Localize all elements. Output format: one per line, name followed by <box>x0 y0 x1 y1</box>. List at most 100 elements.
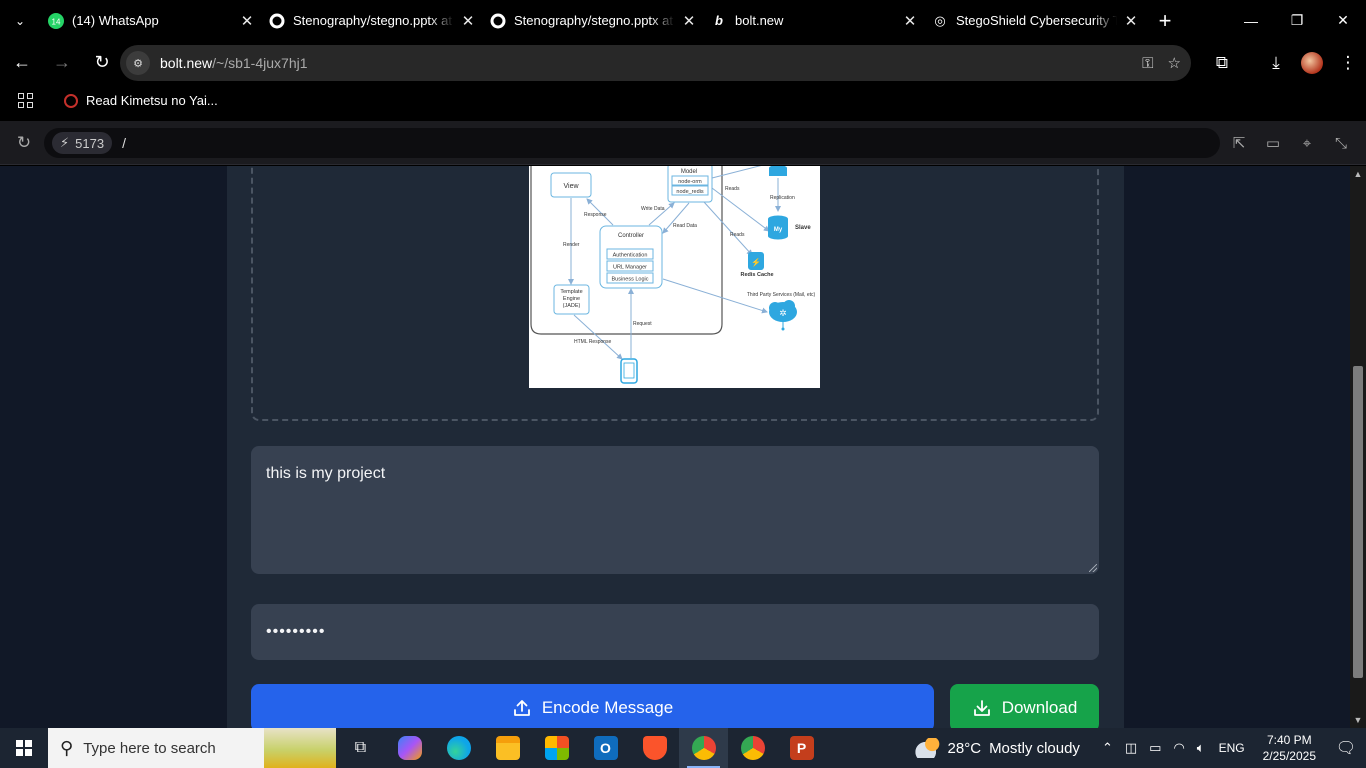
chrome-app-active[interactable] <box>679 728 728 768</box>
windows-taskbar: ⚲ Type here to search ⧉ O P 28°C Mostly … <box>0 728 1366 768</box>
show-hidden-icons-chevron-icon[interactable]: ⌃ <box>1102 740 1113 756</box>
svg-text:⚡: ⚡ <box>751 257 761 267</box>
bookmark-item[interactable]: Read Kimetsu no Yai... <box>64 93 218 108</box>
plug-icon: ⚡ <box>60 135 70 150</box>
download-button[interactable]: Download <box>950 684 1099 728</box>
clock-date: 2/25/2025 <box>1262 749 1316 763</box>
password-value: ••••••••• <box>266 623 326 640</box>
render-label: Render <box>563 242 580 248</box>
download-icon[interactable]: ⤓ <box>1258 45 1294 81</box>
tab-whatsapp[interactable]: 14 (14) WhatsApp ✕ <box>40 0 261 41</box>
model-label: Model <box>681 169 697 175</box>
resize-grip-icon[interactable] <box>1089 564 1097 572</box>
meet-now-icon[interactable]: ◫ <box>1125 740 1137 756</box>
page-scrollbar[interactable]: ▲ ▼ <box>1350 166 1366 728</box>
menu-kebab-icon[interactable]: ⋮ <box>1330 45 1366 81</box>
download-label: Download <box>1001 698 1078 717</box>
powerpoint-app[interactable]: P <box>777 728 826 768</box>
close-tab-icon[interactable]: ✕ <box>896 12 924 30</box>
uploaded-image-preview: View Model node-orm node_redis Controlle… <box>529 166 820 388</box>
brave-lion-icon <box>642 736 667 760</box>
scroll-down-icon[interactable]: ▼ <box>1350 715 1366 725</box>
battery-icon[interactable]: ▭ <box>1149 740 1161 756</box>
task-view-button[interactable]: ⧉ <box>336 728 385 768</box>
scrollbar-thumb[interactable] <box>1353 366 1363 678</box>
taskbar-search[interactable]: ⚲ Type here to search <box>48 728 336 768</box>
site-info-icon[interactable]: ⚙ <box>126 51 150 75</box>
close-tab-icon[interactable]: ✕ <box>233 12 261 30</box>
search-placeholder: Type here to search <box>83 739 216 757</box>
copilot-app[interactable] <box>385 728 434 768</box>
bookmark-label: Read Kimetsu no Yai... <box>86 93 218 108</box>
tab-github-1[interactable]: Stenography/stegno.pptx at ✕ <box>261 0 482 41</box>
reload-icon[interactable]: ↻ <box>84 45 120 81</box>
brave-app[interactable] <box>630 728 679 768</box>
scroll-up-icon[interactable]: ▲ <box>1350 169 1366 179</box>
apps-grid-icon[interactable] <box>18 92 34 109</box>
clock[interactable]: 7:40 PM 2/25/2025 <box>1263 732 1316 764</box>
close-tab-icon[interactable]: ✕ <box>675 12 703 30</box>
close-tab-icon[interactable]: ✕ <box>454 12 482 30</box>
open-external-icon[interactable]: ⇱ <box>1222 134 1256 152</box>
forward-arrow-icon[interactable]: → <box>44 45 80 81</box>
file-explorer-app[interactable] <box>483 728 532 768</box>
wifi-icon[interactable]: ◠ <box>1173 740 1184 756</box>
close-tab-icon[interactable]: ✕ <box>1117 12 1145 30</box>
store-icon <box>544 736 569 760</box>
inspect-cursor-icon[interactable]: ⌖ <box>1290 135 1324 152</box>
tab-bolt[interactable]: b bolt.new ✕ <box>703 0 924 41</box>
url-text: bolt.new/~/sb1-4jux7hj1 <box>160 55 308 71</box>
password-field[interactable]: ••••••••• <box>251 604 1099 660</box>
clock-time: 7:40 PM <box>1266 733 1312 747</box>
download-icon <box>973 700 990 716</box>
start-button[interactable] <box>0 728 48 768</box>
authentication-label: Authentication <box>613 253 648 259</box>
preview-toolbar: ↻ ⚡ 5173 / ⇱ ▭ ⌖ ⤡ <box>0 121 1366 165</box>
microsoft-store-app[interactable] <box>532 728 581 768</box>
bookmark-star-icon[interactable]: ☆ <box>1168 54 1181 72</box>
tab-search-chevron-icon[interactable]: ⌄ <box>0 0 40 41</box>
weather-widget[interactable]: 28°C Mostly cloudy <box>913 738 1080 758</box>
preview-reload-icon[interactable]: ↻ <box>6 133 42 153</box>
tab-title: bolt.new <box>735 13 784 28</box>
fullscreen-collapse-icon[interactable]: ⤡ <box>1324 135 1358 152</box>
bookmark-favicon-icon <box>64 93 78 108</box>
github-icon <box>269 13 285 29</box>
input-language[interactable]: ENG <box>1219 741 1245 755</box>
extensions-icon[interactable]: ⧉ <box>1204 45 1240 81</box>
back-arrow-icon[interactable]: ← <box>4 45 40 81</box>
secret-message-textarea[interactable]: this is my project <box>251 446 1099 574</box>
outlook-icon: O <box>593 736 618 760</box>
node-orm-label: node-orm <box>678 179 702 185</box>
whatsapp-icon: 14 <box>48 12 64 29</box>
port-selector[interactable]: ⚡ 5173 <box>52 132 113 154</box>
close-window-icon[interactable]: ✕ <box>1320 0 1366 41</box>
chrome-profile-app[interactable] <box>728 728 777 768</box>
url-manager-label: URL Manager <box>613 265 647 271</box>
tab-stegoshield[interactable]: ◎ StegoShield Cybersecurity To ✕ <box>924 0 1145 41</box>
notification-center-icon[interactable]: 🗨︎ <box>1326 738 1366 758</box>
restore-icon[interactable]: ❐ <box>1274 0 1320 41</box>
encode-message-button[interactable]: Encode Message <box>251 684 934 728</box>
bookmarks-bar: Read Kimetsu no Yai... <box>0 84 1366 117</box>
redis-cache-label: Redis Cache <box>740 272 773 278</box>
reads-label-1: Reads <box>725 186 740 192</box>
preview-address-bar[interactable]: ⚡ 5173 / <box>44 128 1220 158</box>
profile-avatar[interactable] <box>1301 51 1323 74</box>
svg-text:✲: ✲ <box>779 308 787 318</box>
volume-icon[interactable]: 🔈︎ <box>1197 740 1205 756</box>
edge-icon <box>446 736 471 760</box>
address-bar[interactable]: ⚙ bolt.new/~/sb1-4jux7hj1 ⚿ ☆ <box>120 45 1191 81</box>
replication-label: Replication <box>770 195 795 201</box>
node-redis-label: node_redis <box>676 189 703 195</box>
minimize-icon[interactable]: — <box>1228 0 1274 41</box>
chrome-profile-icon <box>740 736 765 760</box>
device-preview-icon[interactable]: ▭ <box>1256 134 1290 152</box>
edge-app[interactable] <box>434 728 483 768</box>
new-tab-button[interactable]: + <box>1145 8 1185 34</box>
search-icon: ⚲ <box>60 737 74 758</box>
password-key-icon[interactable]: ⚿ <box>1142 55 1153 72</box>
template-engine-line-1: Template <box>560 289 582 295</box>
outlook-app[interactable]: O <box>581 728 630 768</box>
tab-github-2[interactable]: Stenography/stegno.pptx at ✕ <box>482 0 703 41</box>
